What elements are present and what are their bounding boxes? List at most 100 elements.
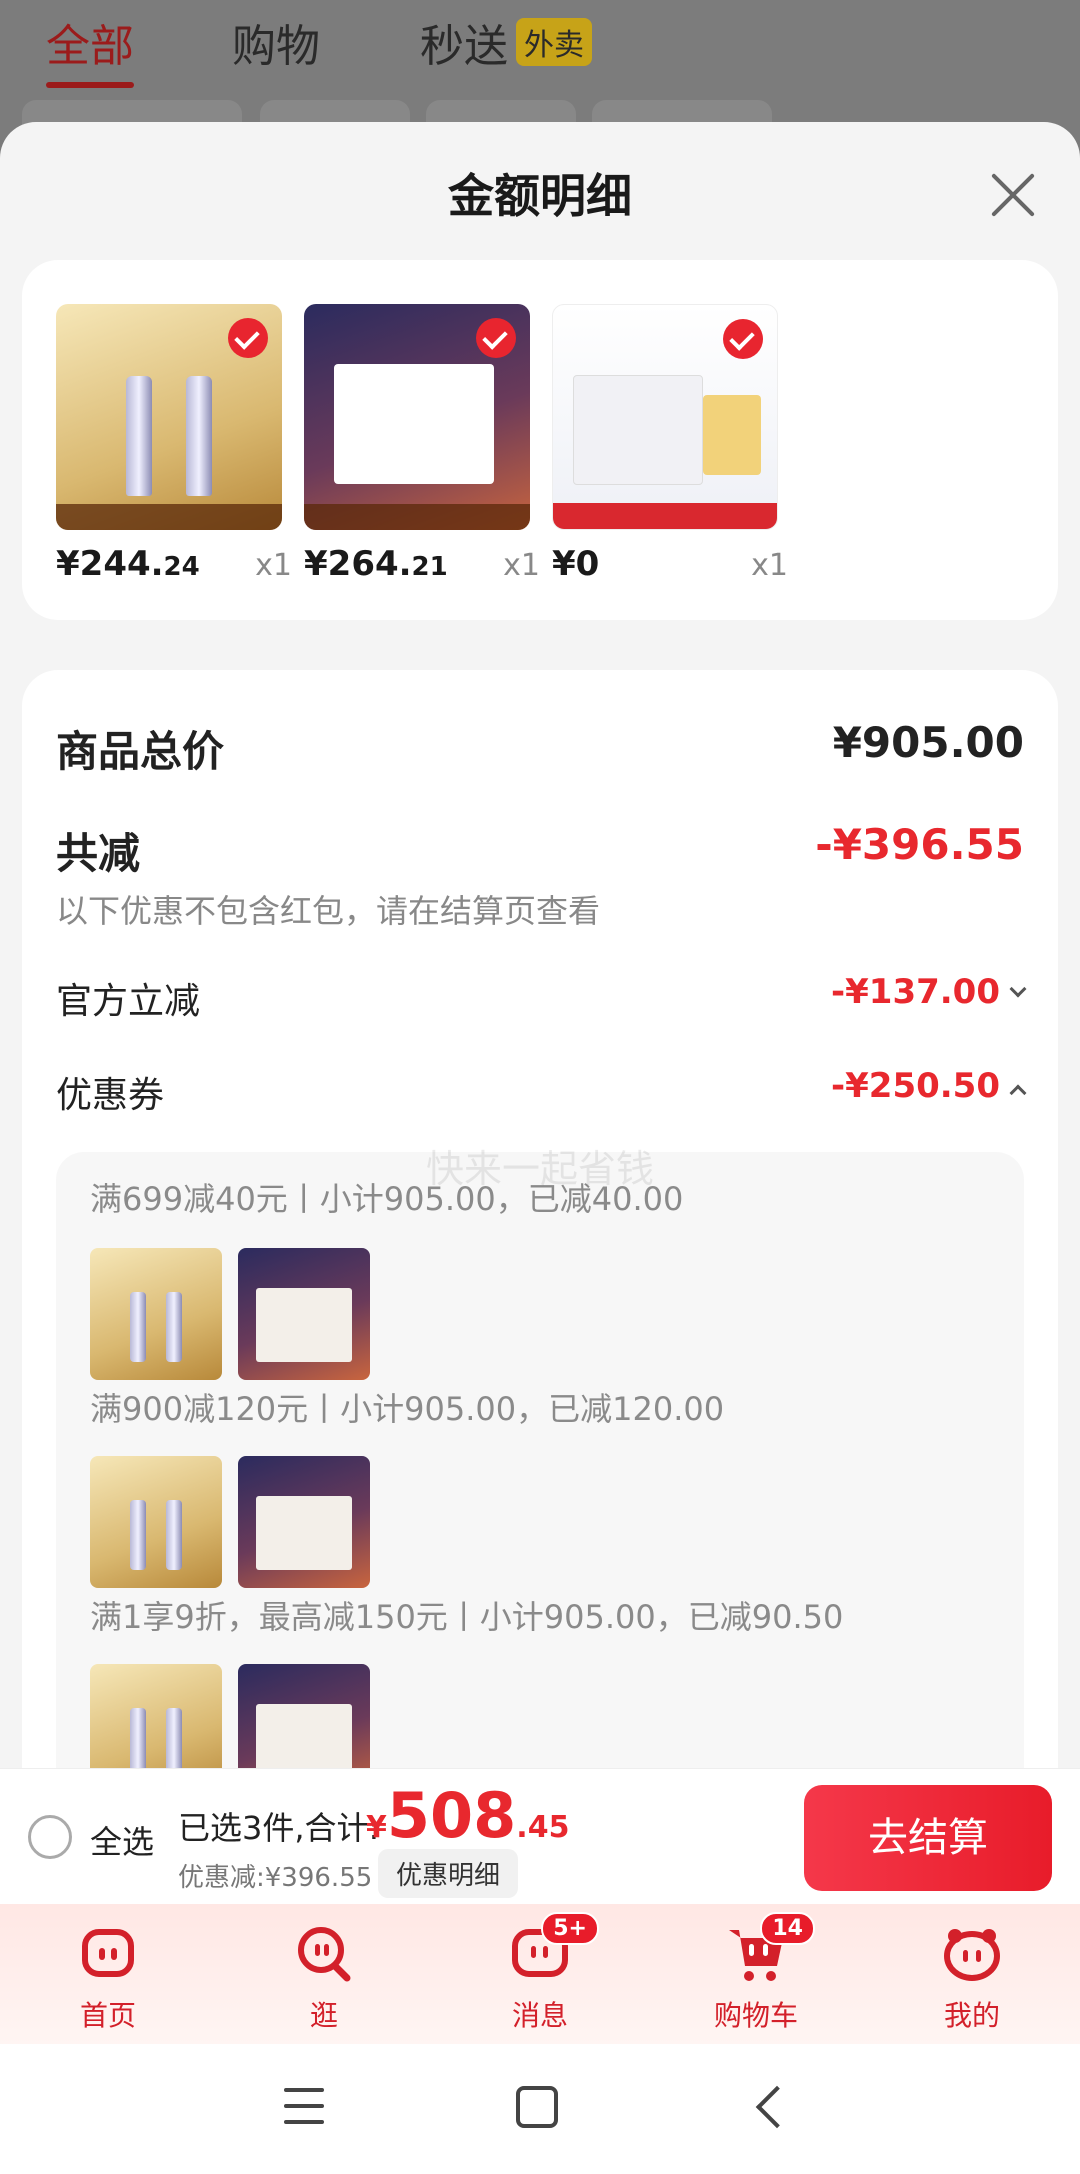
- bottle-graphic: [166, 1500, 182, 1570]
- price-integer: ¥0: [552, 544, 600, 584]
- tab-home[interactable]: 首页: [28, 1922, 188, 2034]
- tab-cart-label: 购物车: [713, 1999, 798, 2032]
- total-integer: 508: [386, 1779, 517, 1852]
- total-amount: ¥508.45: [366, 1779, 569, 1852]
- bottle-graphic: [166, 1292, 182, 1362]
- bottle-graphic: [130, 1500, 146, 1570]
- bottom-tab-bar: 首页 逛 5+ 消息 14 购物车 我的: [0, 1904, 1080, 2044]
- background-top-tabs: 全部 购物 秒送 外卖: [0, 0, 1080, 160]
- total-reduce-label: 共减: [56, 829, 141, 878]
- product-price: ¥264.21: [304, 544, 448, 584]
- close-icon[interactable]: [986, 168, 1040, 222]
- reduce-note-row: 以下优惠不包含红包，请在结算页查看: [56, 886, 1024, 930]
- total-price-label: 商品总价: [56, 727, 225, 776]
- checkout-bar: 全选 已选3件,合计: ¥508.45 优惠减:¥396.55 优惠明细 去结算: [0, 1768, 1080, 1904]
- coupon-detail-list: 满699减40元丨小计905.00，已减40.00 满900减120元丨小计90…: [56, 1152, 1024, 1822]
- total-decimal: .45: [516, 1810, 570, 1845]
- coupon-value: -¥250.50: [831, 1066, 1027, 1106]
- coupon-product-thumb: [238, 1456, 370, 1588]
- product-item[interactable]: ¥0 x1: [552, 304, 788, 584]
- gift-box-graphic: [256, 1704, 352, 1778]
- price-decimal: 24: [163, 552, 200, 582]
- watermark: 快来一起省钱: [425, 1147, 654, 1191]
- price-decimal: 21: [411, 552, 448, 582]
- discount-detail-button[interactable]: 优惠明细: [378, 1849, 519, 1898]
- message-icon: 5+: [509, 1912, 599, 1984]
- checked-icon: [723, 319, 763, 359]
- tab-browse[interactable]: 逛: [244, 1922, 404, 2034]
- browse-search-icon: [293, 1922, 355, 1984]
- coupon-row[interactable]: 优惠券 -¥250.50: [56, 1066, 1027, 1116]
- coupon-product-thumb: [238, 1248, 370, 1380]
- checkout-button[interactable]: 去结算: [804, 1785, 1052, 1891]
- checked-icon: [476, 318, 516, 358]
- takeout-badge: 外卖: [516, 18, 592, 66]
- product-item[interactable]: ¥244.24 x1: [56, 304, 292, 584]
- product-image: [56, 304, 282, 530]
- promo-strip: [553, 503, 777, 529]
- profile-icon: [941, 1922, 1003, 1984]
- select-all-radio[interactable]: [28, 1815, 72, 1859]
- tab-quick-delivery: 秒送 外卖: [420, 10, 592, 74]
- discount-amount: 优惠减:¥396.55: [178, 1863, 373, 1893]
- coupon-amount: -¥250.50: [831, 1066, 1000, 1106]
- gift-box-graphic: [334, 364, 494, 484]
- total-price-row: 商品总价 ¥905.00: [56, 718, 1024, 776]
- reduce-note: 以下优惠不包含红包，请在结算页查看: [56, 892, 601, 930]
- tab-messages-label: 消息: [511, 1999, 568, 2032]
- sheet-title: 金额明细: [448, 169, 632, 223]
- tab-cart[interactable]: 14 购物车: [676, 1912, 836, 2034]
- product-quantity: x1: [751, 548, 788, 583]
- product-price: ¥244.24: [56, 544, 200, 584]
- coupon-rule: 满900减120元丨小计905.00，已减120.00: [90, 1390, 725, 1428]
- coupon-product-thumb: [90, 1456, 222, 1588]
- product-item[interactable]: ¥264.21 x1: [304, 304, 540, 584]
- system-navigation-bar: [0, 2044, 1080, 2174]
- tab-messages[interactable]: 5+ 消息: [460, 1912, 620, 2034]
- selected-products-card: ¥244.24 x1 ¥264.21 x1 ¥0 x1: [22, 260, 1058, 620]
- product-quantity: x1: [255, 548, 292, 583]
- product-image: [304, 304, 530, 530]
- tab-all: 全部: [46, 10, 134, 88]
- tab-me[interactable]: 我的: [892, 1922, 1052, 2034]
- product-quantity: x1: [503, 548, 540, 583]
- messages-badge: 5+: [541, 1912, 599, 1945]
- coupon-card-graphic: [703, 395, 761, 475]
- back-icon[interactable]: [755, 2085, 799, 2129]
- official-discount-amount: -¥137.00: [831, 972, 1000, 1012]
- amount-detail-sheet: 金额明细 ¥244.24 x1 ¥264.21 x1 ¥0 x1 商品总价 ¥9…: [0, 122, 1080, 1822]
- product-price: ¥0: [552, 544, 599, 584]
- checked-icon: [228, 318, 268, 358]
- official-discount-row[interactable]: 官方立减 -¥137.00: [56, 972, 1027, 1022]
- bottle-graphic: [130, 1292, 146, 1362]
- home-square-icon[interactable]: [516, 2086, 558, 2128]
- tab-home-label: 首页: [79, 1999, 136, 2032]
- gift-box-graphic: [256, 1288, 352, 1362]
- menu-icon[interactable]: [284, 2088, 324, 2124]
- cart-icon: 14: [725, 1912, 815, 1984]
- select-all-label[interactable]: 全选: [90, 1817, 154, 1863]
- price-summary-card: 商品总价 ¥905.00 共减 -¥396.55 以下优惠不包含红包，请在结算页…: [22, 670, 1058, 1822]
- chevron-up-icon: [1009, 1084, 1027, 1102]
- coupon-rule: 满1享9折，最高减150元丨小计905.00，已减90.50: [90, 1598, 844, 1636]
- tab-browse-label: 逛: [309, 1999, 338, 2032]
- total-price-value: ¥905.00: [832, 718, 1024, 767]
- product-image: [552, 304, 778, 530]
- promo-strip: [304, 504, 530, 530]
- bottle-graphic: [126, 376, 152, 496]
- home-icon: [77, 1922, 139, 1984]
- bottle-graphic: [186, 376, 212, 496]
- tab-me-label: 我的: [943, 1999, 1000, 2032]
- selected-count: 已选3件,合计:: [178, 1809, 380, 1847]
- tab-shopping: 购物: [232, 21, 320, 72]
- chevron-down-icon: [1009, 980, 1027, 998]
- sample-kit-graphic: [573, 375, 703, 485]
- cart-badge: 14: [760, 1912, 815, 1945]
- price-integer: ¥244.: [56, 544, 164, 584]
- gift-box-graphic: [256, 1496, 352, 1570]
- official-discount-label: 官方立减: [56, 981, 201, 1022]
- total-reduce-row: 共减 -¥396.55: [56, 820, 1024, 878]
- coupon-label: 优惠券: [56, 1075, 165, 1116]
- promo-strip: [56, 504, 282, 530]
- total-currency: ¥: [366, 1810, 387, 1845]
